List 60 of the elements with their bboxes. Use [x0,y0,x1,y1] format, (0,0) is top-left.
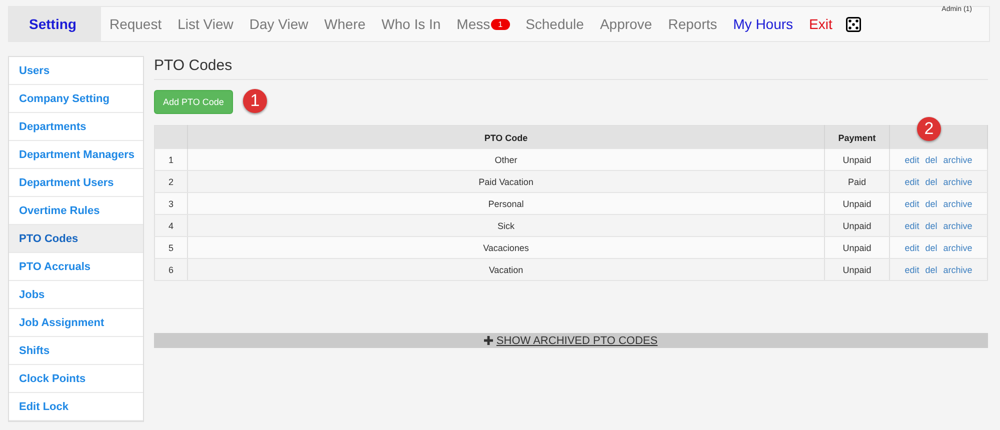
row-action-link[interactable]: edit [904,176,920,186]
table-cell: Vacation [188,258,824,280]
table-cell: Paid Vacation [188,170,824,192]
dice-icon [846,16,862,32]
table-cell: Paid [824,170,890,192]
row-action-link[interactable]: archive [943,242,972,252]
nav-tab[interactable]: Where [316,7,374,41]
page-title: PTO Codes [154,56,988,80]
column-header: Payment [824,126,890,149]
row-action-link[interactable]: archive [943,264,972,274]
nav-tab[interactable]: Approve [592,7,660,41]
nav-tab[interactable]: Request [101,7,170,41]
row-action-link[interactable]: del [925,220,938,230]
nav-tab[interactable]: Reports [660,7,726,41]
table-cell: 2 [154,170,188,192]
table-cell: Unpaid [824,149,890,170]
table-cell: Unpaid [824,192,890,214]
row-action-link[interactable]: del [925,242,938,252]
plus-icon [484,336,494,345]
callout-marker: 2 [917,117,941,141]
table-cell: Vacaciones [188,236,824,258]
show-archived-bar[interactable]: SHOW ARCHIVED PTO CODES [154,333,988,348]
nav-tab[interactable]: Mess 1 [448,7,518,41]
nav-tab[interactable]: Exit [801,7,840,41]
table-cell: 5 [154,236,188,258]
table-cell: Unpaid [824,214,890,236]
table-cell: 4 [154,214,188,236]
row-action-link[interactable]: edit [904,154,920,164]
row-action-link[interactable]: del [925,264,938,274]
table-cell: Other [188,149,824,170]
nav-tab[interactable]: My Hours [725,7,802,41]
table-cell: 1 [154,149,188,170]
row-action-link[interactable]: edit [904,242,920,252]
nav-tab[interactable]: Setting [9,7,102,41]
table-cell: 3 [154,192,188,214]
row-action-link[interactable]: archive [943,154,972,164]
row-action-link[interactable]: del [925,154,938,164]
row-action-link[interactable]: archive [943,176,972,186]
sidebar-item[interactable]: PTO Codes [9,225,143,253]
column-header: PTO Code [188,126,824,149]
table-cell: 6 [154,258,188,280]
row-action-link[interactable]: archive [943,220,972,230]
table-cell: Unpaid [824,258,890,280]
nav-tab[interactable]: List View [170,7,242,41]
row-action-link[interactable]: archive [943,198,972,208]
message-count-badge: 1 [491,18,510,30]
row-action-link[interactable]: del [925,198,938,208]
table-cell: Personal [188,192,824,214]
show-archived-label: SHOW ARCHIVED PTO CODES [496,334,658,346]
add-pto-code-button[interactable]: Add PTO Code [154,90,233,114]
nav-tab[interactable]: Day View [241,7,316,41]
row-action-link[interactable]: edit [904,198,920,208]
row-action-link[interactable]: edit [904,264,920,274]
row-action-link[interactable]: edit [904,220,920,230]
nav-tab[interactable]: Who Is In [374,7,449,41]
table-cell: Unpaid [824,236,890,258]
nav-tab[interactable]: Schedule [518,7,592,41]
callout-marker: 1 [243,89,267,113]
table-cell: Sick [188,214,824,236]
row-action-link[interactable]: del [925,176,938,186]
